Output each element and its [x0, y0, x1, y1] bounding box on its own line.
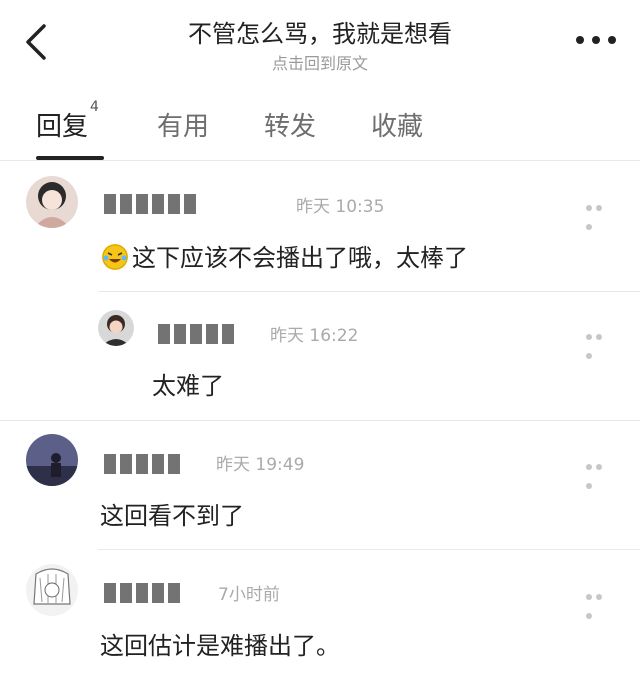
comment-text: 这回看不到了 [100, 502, 244, 530]
back-to-original-link[interactable]: 点击回到原文 [0, 50, 640, 74]
tab-replies-label: 回复 [36, 112, 89, 142]
more-icon[interactable] [574, 30, 618, 50]
username-redacted[interactable] [102, 190, 198, 214]
username-redacted[interactable] [102, 450, 182, 474]
tab-replies-count: 4 [90, 99, 99, 116]
comment-time: 昨天 19:49 [216, 455, 305, 475]
comment-more-icon[interactable] [586, 455, 614, 489]
tab-favorites[interactable]: 收藏 [371, 106, 423, 143]
laughing-crying-emoji-icon [102, 244, 128, 270]
avatar[interactable] [26, 176, 78, 228]
tab-reposts[interactable]: 转发 [264, 106, 316, 143]
divider [0, 420, 640, 421]
divider [98, 549, 640, 550]
comment-text: 这回估计是难播出了。 [100, 632, 340, 660]
active-tab-indicator [36, 156, 104, 160]
comment-time: 7小时前 [218, 585, 280, 605]
tab-replies[interactable]: 回复4 [36, 99, 99, 143]
username-redacted[interactable] [102, 579, 182, 603]
tab-bar: 回复4 有用 转发 收藏 [0, 90, 640, 161]
comment-time: 昨天 16:22 [270, 326, 359, 346]
comment-text: 这下应该不会播出了哦，太棒了 [102, 238, 468, 273]
avatar[interactable] [26, 564, 78, 616]
comment-more-icon[interactable] [586, 325, 614, 359]
comment-time: 昨天 10:35 [296, 197, 385, 217]
divider [98, 291, 640, 292]
comment-text-content: 这下应该不会播出了哦，太棒了 [132, 244, 468, 272]
avatar[interactable] [98, 310, 134, 346]
nav-bar: 不管怎么骂，我就是想看 点击回到原文 [0, 0, 640, 80]
avatar[interactable] [26, 434, 78, 486]
username-redacted[interactable] [156, 320, 236, 344]
page-title: 不管怎么骂，我就是想看 [188, 20, 452, 48]
comment-more-icon[interactable] [586, 196, 614, 230]
tab-useful[interactable]: 有用 [157, 106, 209, 143]
comment-text: 太难了 [152, 372, 224, 400]
comment-more-icon[interactable] [586, 585, 614, 619]
